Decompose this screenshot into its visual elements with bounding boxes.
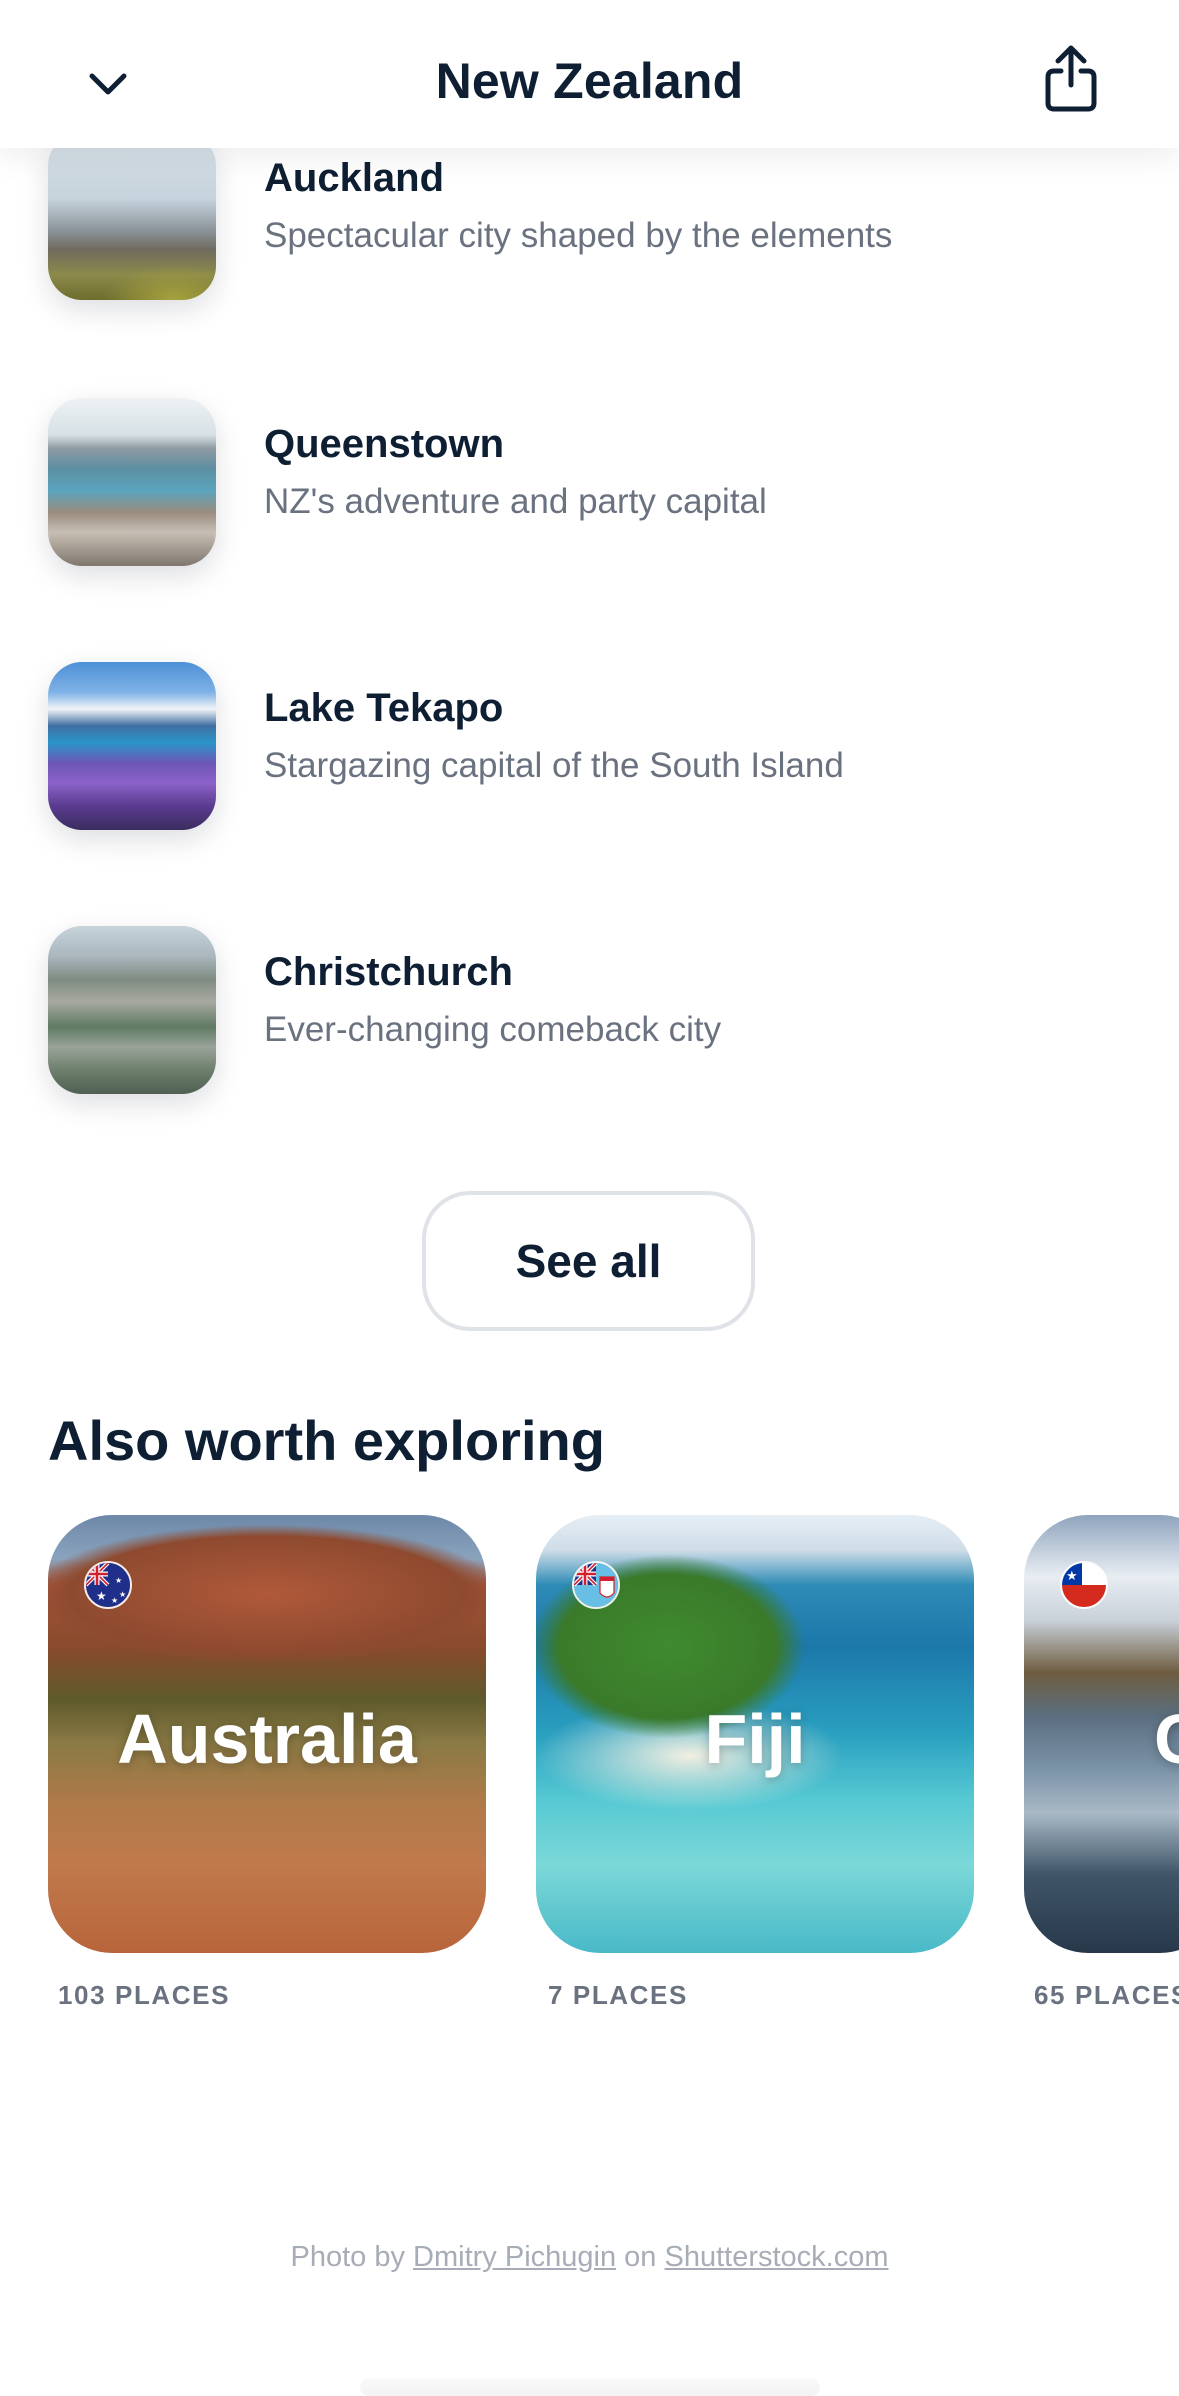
city-description: NZ's adventure and party capital bbox=[264, 482, 767, 521]
svg-text:★: ★ bbox=[1066, 1569, 1078, 1584]
destination-count: 65 PLACES bbox=[1034, 1980, 1179, 2010]
page-title: New Zealand bbox=[435, 53, 744, 109]
destination-name: Chile bbox=[1154, 1699, 1179, 1779]
auckland-thumbnail bbox=[48, 132, 216, 300]
destination-card-fiji[interactable]: Fiji bbox=[536, 1515, 974, 1953]
list-item-christchurch[interactable]: Christchurch Ever-changing comeback city bbox=[48, 926, 1148, 1094]
home-indicator bbox=[360, 2378, 820, 2396]
photo-credit-middle: on bbox=[624, 2241, 657, 2273]
city-description: Spectacular city shaped by the elements bbox=[264, 216, 893, 255]
destination-name: Australia bbox=[117, 1700, 417, 1778]
svg-text:★: ★ bbox=[115, 1576, 122, 1585]
destination-count: 7 PLACES bbox=[548, 1980, 688, 2010]
see-all-button[interactable]: See all bbox=[422, 1191, 755, 1331]
city-description: Ever-changing comeback city bbox=[264, 1010, 722, 1049]
city-name: Lake Tekapo bbox=[264, 686, 504, 730]
fiji-flag-icon bbox=[572, 1561, 620, 1609]
destination-name: Fiji bbox=[704, 1700, 806, 1778]
top-bar: New Zealand bbox=[0, 0, 1179, 148]
city-name: Auckland bbox=[264, 156, 445, 200]
destination-card-australia[interactable]: ★ ★ ★ ★ Australia bbox=[48, 1515, 486, 1953]
photographer-link[interactable]: Dmitry Pichugin bbox=[413, 2241, 616, 2273]
destination-card-chile[interactable]: ★ Chile bbox=[1024, 1515, 1179, 1953]
photo-credit: Photo by Dmitry Pichugin on Shutterstock… bbox=[0, 2241, 1179, 2274]
list-item-lake-tekapo[interactable]: Lake Tekapo Stargazing capital of the So… bbox=[48, 662, 1148, 830]
queenstown-thumbnail bbox=[48, 398, 216, 566]
share-button[interactable] bbox=[1036, 40, 1106, 120]
photo-credit-prefix: Photo by bbox=[290, 2241, 405, 2273]
city-name: Queenstown bbox=[264, 422, 505, 466]
svg-text:★: ★ bbox=[119, 1590, 126, 1599]
destination-count: 103 PLACES bbox=[58, 1980, 231, 2010]
australia-flag-icon: ★ ★ ★ ★ bbox=[84, 1561, 132, 1609]
source-link[interactable]: Shutterstock.com bbox=[664, 2241, 888, 2273]
city-description: Stargazing capital of the South Island bbox=[264, 746, 844, 785]
list-item-queenstown[interactable]: Queenstown NZ's adventure and party capi… bbox=[48, 398, 1148, 566]
christchurch-thumbnail bbox=[48, 926, 216, 1094]
share-icon bbox=[1042, 43, 1100, 118]
svg-text:★: ★ bbox=[96, 1589, 107, 1603]
section-title: Also worth exploring bbox=[48, 1409, 605, 1472]
city-name: Christchurch bbox=[264, 950, 513, 994]
list-item-auckland[interactable]: Auckland Spectacular city shaped by the … bbox=[48, 132, 1148, 300]
chile-flag-icon: ★ bbox=[1060, 1561, 1108, 1609]
svg-text:★: ★ bbox=[111, 1596, 118, 1605]
lake-tekapo-thumbnail bbox=[48, 662, 216, 830]
